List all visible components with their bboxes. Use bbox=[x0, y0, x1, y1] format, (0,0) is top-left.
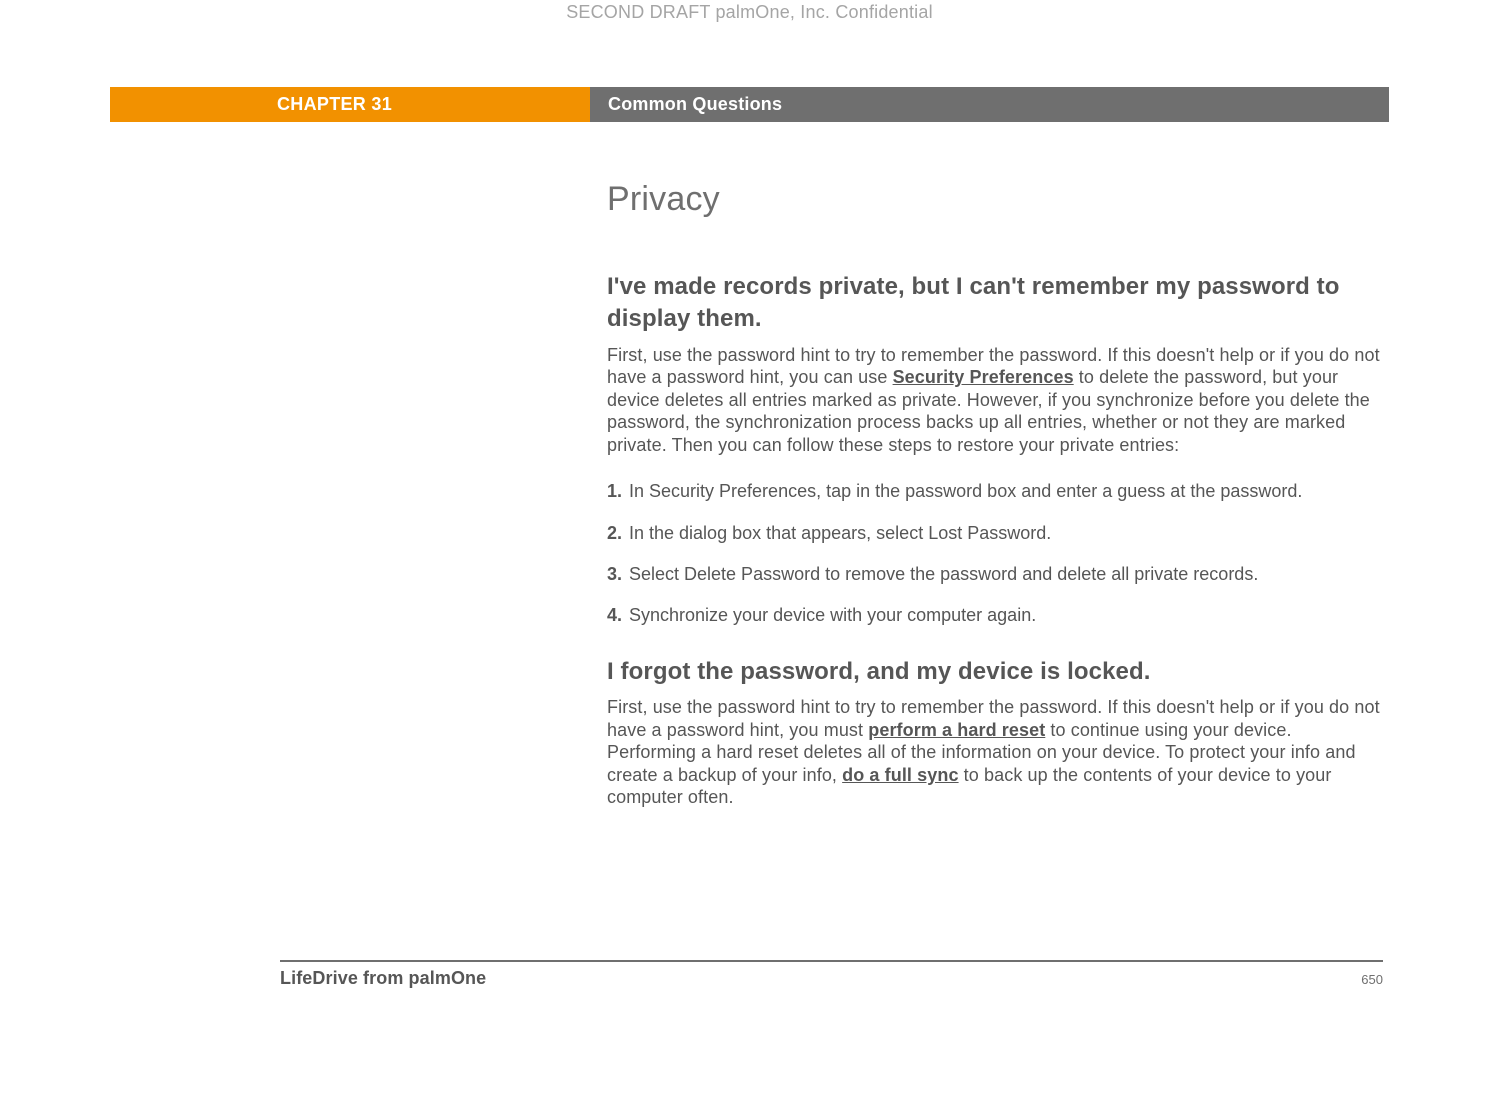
section-title: Privacy bbox=[607, 180, 1385, 219]
page-number: 650 bbox=[1361, 972, 1383, 987]
step-number: 1. bbox=[607, 480, 629, 503]
content-area: Privacy I've made records private, but I… bbox=[607, 180, 1389, 809]
footer-row: LifeDrive from palmOne 650 bbox=[280, 968, 1383, 989]
step-number: 2. bbox=[607, 522, 629, 545]
confidential-header: SECOND DRAFT palmOne, Inc. Confidential bbox=[110, 0, 1389, 23]
chapter-title: Common Questions bbox=[590, 87, 1389, 122]
footer-rule bbox=[280, 960, 1383, 962]
question-2-heading: I forgot the password, and my device is … bbox=[607, 656, 1385, 688]
steps-list: 1.In Security Preferences, tap in the pa… bbox=[607, 480, 1385, 628]
full-sync-link[interactable]: do a full sync bbox=[842, 765, 958, 785]
chapter-header-bar: CHAPTER 31 Common Questions bbox=[110, 87, 1389, 122]
question-2: I forgot the password, and my device is … bbox=[607, 656, 1385, 809]
security-preferences-link[interactable]: Security Preferences bbox=[893, 367, 1074, 387]
list-item: 3.Select Delete Password to remove the p… bbox=[607, 563, 1385, 586]
question-1-heading: I've made records private, but I can't r… bbox=[607, 271, 1385, 336]
step-number: 3. bbox=[607, 563, 629, 586]
question-1-body: First, use the password hint to try to r… bbox=[607, 344, 1385, 457]
question-2-body: First, use the password hint to try to r… bbox=[607, 696, 1385, 809]
step-text: Synchronize your device with your comput… bbox=[629, 604, 1385, 627]
step-text: In the dialog box that appears, select L… bbox=[629, 522, 1385, 545]
footer-title: LifeDrive from palmOne bbox=[280, 968, 486, 989]
page: SECOND DRAFT palmOne, Inc. Confidential … bbox=[110, 0, 1389, 1119]
chapter-label: CHAPTER 31 bbox=[110, 87, 590, 122]
list-item: 1.In Security Preferences, tap in the pa… bbox=[607, 480, 1385, 503]
page-footer: LifeDrive from palmOne 650 bbox=[280, 960, 1383, 989]
step-number: 4. bbox=[607, 604, 629, 627]
list-item: 2.In the dialog box that appears, select… bbox=[607, 522, 1385, 545]
step-text: In Security Preferences, tap in the pass… bbox=[629, 480, 1385, 503]
hard-reset-link[interactable]: perform a hard reset bbox=[868, 720, 1045, 740]
step-text: Select Delete Password to remove the pas… bbox=[629, 563, 1385, 586]
list-item: 4.Synchronize your device with your comp… bbox=[607, 604, 1385, 627]
